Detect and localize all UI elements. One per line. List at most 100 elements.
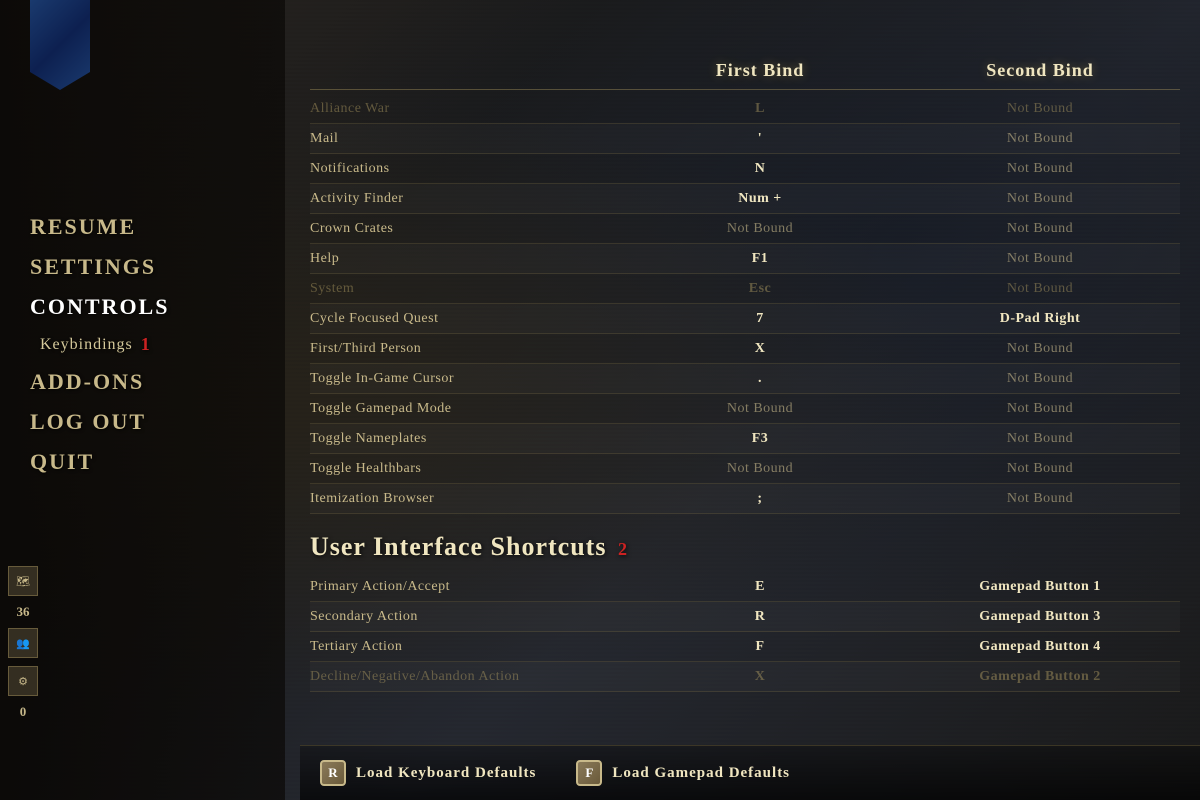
action-name: Notifications (310, 157, 620, 181)
ui-shortcut-row[interactable]: Tertiary Action F Gamepad Button 4 (310, 632, 1180, 662)
first-bind-value[interactable]: . (620, 371, 900, 387)
bottom-icons: 🗺 36 👥 ⚙ 0 (8, 566, 38, 720)
second-bind-value[interactable]: Not Bound (900, 161, 1180, 177)
load-keyboard-defaults-button[interactable]: R Load Keyboard Defaults (320, 760, 536, 786)
r-key-badge: R (320, 760, 346, 786)
first-bind-value[interactable]: Not Bound (620, 461, 900, 477)
sidebar-item-addons[interactable]: ADD-ONS (30, 365, 169, 399)
ui-shortcuts-header: User Interface Shortcuts 2 (310, 532, 1180, 562)
first-bind-value[interactable]: Not Bound (620, 221, 900, 237)
sidebar-item-controls[interactable]: CONTROLS (30, 290, 169, 324)
second-bind-header: Second Bind (900, 60, 1180, 81)
keybind-row[interactable]: Toggle Gamepad Mode Not Bound Not Bound (310, 394, 1180, 424)
sidebar-item-resume[interactable]: RESUME (30, 210, 169, 244)
keybind-row[interactable]: Crown Crates Not Bound Not Bound (310, 214, 1180, 244)
second-bind-value[interactable]: Not Bound (900, 101, 1180, 117)
misc-icon[interactable]: ⚙ (8, 666, 38, 696)
second-bind-value[interactable]: Gamepad Button 2 (900, 669, 1180, 685)
second-bind-value[interactable]: Not Bound (900, 281, 1180, 297)
action-name: Primary Action/Accept (310, 575, 620, 599)
second-bind-value[interactable]: Not Bound (900, 461, 1180, 477)
level-label: 36 (17, 604, 30, 620)
first-bind-value[interactable]: R (620, 609, 900, 625)
keybind-row[interactable]: First/Third Person X Not Bound (310, 334, 1180, 364)
second-bind-value[interactable]: Not Bound (900, 221, 1180, 237)
map-icon[interactable]: 🗺 (8, 566, 38, 596)
load-gamepad-label: Load Gamepad Defaults (612, 765, 790, 782)
first-bind-value[interactable]: L (620, 101, 900, 117)
keybind-row[interactable]: Alliance War L Not Bound (310, 94, 1180, 124)
sidebar-item-logout[interactable]: LOG OUT (30, 405, 169, 439)
misc-label: 0 (20, 704, 27, 720)
first-bind-value[interactable]: Num + (620, 191, 900, 207)
action-name: Toggle Healthbars (310, 457, 620, 481)
flag-banner (30, 0, 90, 90)
nav-menu: RESUME SETTINGS CONTROLS Keybindings 1 A… (30, 210, 169, 479)
second-bind-value[interactable]: Not Bound (900, 131, 1180, 147)
group-icon[interactable]: 👥 (8, 628, 38, 658)
keybind-row[interactable]: Toggle Nameplates F3 Not Bound (310, 424, 1180, 454)
bottom-bar: R Load Keyboard Defaults F Load Gamepad … (300, 745, 1200, 800)
second-bind-value[interactable]: Not Bound (900, 431, 1180, 447)
keybind-row[interactable]: Activity Finder Num + Not Bound (310, 184, 1180, 214)
action-name: Itemization Browser (310, 487, 620, 511)
badge-1: 1 (141, 334, 151, 355)
second-bind-value[interactable]: Gamepad Button 1 (900, 579, 1180, 595)
second-bind-value[interactable]: D-Pad Right (900, 311, 1180, 327)
second-bind-value[interactable]: Not Bound (900, 491, 1180, 507)
keybind-row[interactable]: Itemization Browser ; Not Bound (310, 484, 1180, 514)
keybind-row[interactable]: Cycle Focused Quest 7 D-Pad Right (310, 304, 1180, 334)
second-bind-value[interactable]: Not Bound (900, 341, 1180, 357)
action-name: Tertiary Action (310, 635, 620, 659)
action-name: Activity Finder (310, 187, 620, 211)
first-bind-value[interactable]: N (620, 161, 900, 177)
main-content: First Bind Second Bind Alliance War L No… (300, 60, 1200, 800)
ui-shortcut-row[interactable]: Secondary Action R Gamepad Button 3 (310, 602, 1180, 632)
action-name: Secondary Action (310, 605, 620, 629)
ui-shortcut-row[interactable]: Decline/Negative/Abandon Action X Gamepa… (310, 662, 1180, 692)
first-bind-value[interactable]: E (620, 579, 900, 595)
action-name: Toggle Gamepad Mode (310, 397, 620, 421)
first-bind-value[interactable]: 7 (620, 311, 900, 327)
first-bind-value[interactable]: ; (620, 491, 900, 507)
load-gamepad-defaults-button[interactable]: F Load Gamepad Defaults (576, 760, 790, 786)
keybind-row[interactable]: Toggle Healthbars Not Bound Not Bound (310, 454, 1180, 484)
second-bind-value[interactable]: Gamepad Button 4 (900, 639, 1180, 655)
first-bind-value[interactable]: F1 (620, 251, 900, 267)
keybind-table: Alliance War L Not Bound Mail ' Not Boun… (310, 94, 1180, 514)
action-name: Toggle Nameplates (310, 427, 620, 451)
action-name: Mail (310, 127, 620, 151)
keybind-row[interactable]: Toggle In-Game Cursor . Not Bound (310, 364, 1180, 394)
sidebar-item-quit[interactable]: QUIT (30, 445, 169, 479)
second-bind-value[interactable]: Gamepad Button 3 (900, 609, 1180, 625)
ui-shortcuts-table: Primary Action/Accept E Gamepad Button 1… (310, 572, 1180, 692)
second-bind-value[interactable]: Not Bound (900, 371, 1180, 387)
keybind-row[interactable]: Mail ' Not Bound (310, 124, 1180, 154)
first-bind-value[interactable]: X (620, 341, 900, 357)
action-name: Decline/Negative/Abandon Action (310, 665, 620, 689)
sidebar-item-settings[interactable]: SETTINGS (30, 250, 169, 284)
first-bind-value[interactable]: Esc (620, 281, 900, 297)
column-headers: First Bind Second Bind (310, 60, 1180, 90)
action-name: Cycle Focused Quest (310, 307, 620, 331)
first-bind-header: First Bind (620, 60, 900, 81)
action-name: System (310, 277, 620, 301)
sidebar-item-keybindings[interactable]: Keybindings 1 (40, 330, 169, 359)
first-bind-value[interactable]: Not Bound (620, 401, 900, 417)
action-name: Crown Crates (310, 217, 620, 241)
first-bind-value[interactable]: F3 (620, 431, 900, 447)
keybind-scroll-area[interactable]: Alliance War L Not Bound Mail ' Not Boun… (310, 94, 1180, 714)
ui-shortcut-row[interactable]: Primary Action/Accept E Gamepad Button 1 (310, 572, 1180, 602)
keybind-row[interactable]: Notifications N Not Bound (310, 154, 1180, 184)
action-name: Help (310, 247, 620, 271)
f-key-badge: F (576, 760, 602, 786)
second-bind-value[interactable]: Not Bound (900, 401, 1180, 417)
second-bind-value[interactable]: Not Bound (900, 191, 1180, 207)
first-bind-value[interactable]: X (620, 669, 900, 685)
keybind-row[interactable]: System Esc Not Bound (310, 274, 1180, 304)
badge-2: 2 (618, 539, 628, 559)
second-bind-value[interactable]: Not Bound (900, 251, 1180, 267)
first-bind-value[interactable]: F (620, 639, 900, 655)
keybind-row[interactable]: Help F1 Not Bound (310, 244, 1180, 274)
first-bind-value[interactable]: ' (620, 131, 900, 147)
